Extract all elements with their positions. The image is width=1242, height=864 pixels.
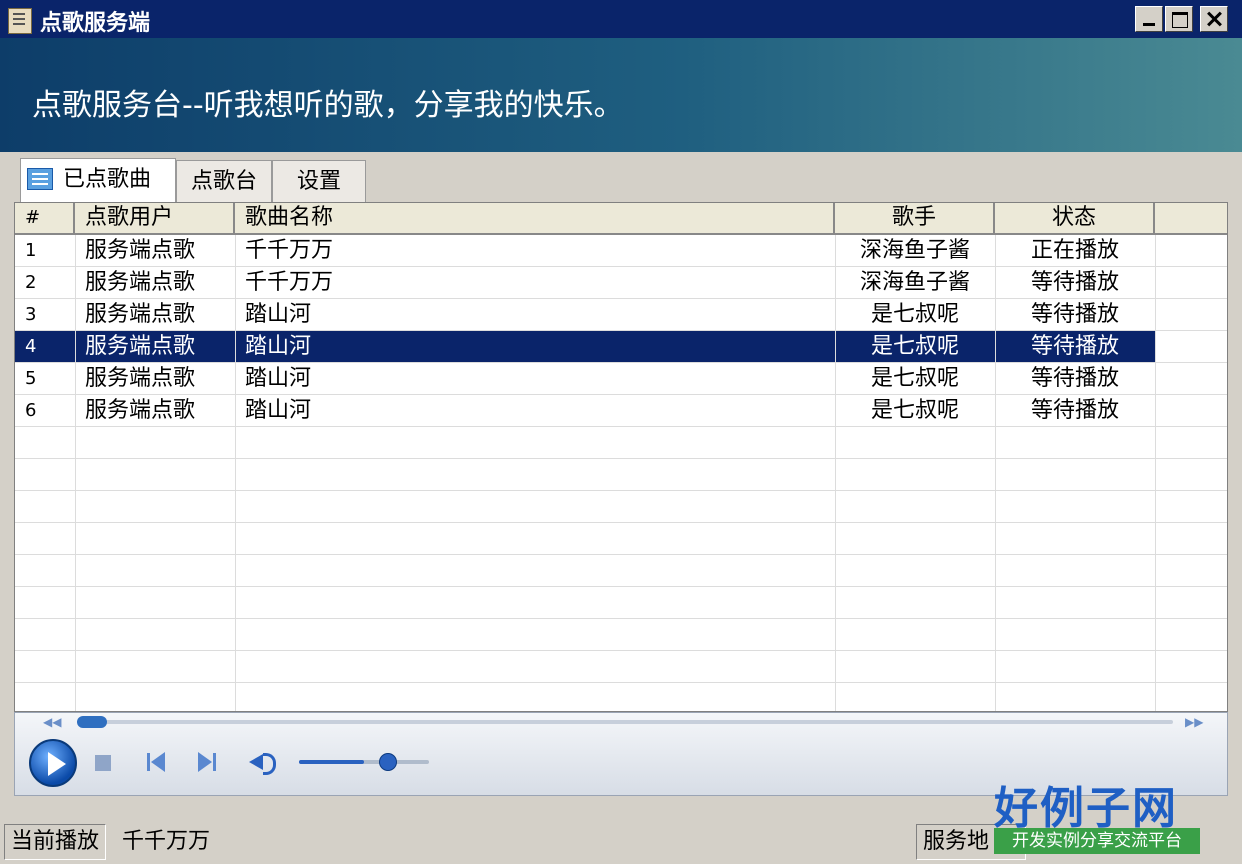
logo-main-text: 好例子网 [994, 783, 1178, 834]
previous-button[interactable] [145, 751, 169, 773]
header-banner: 点歌服务台--听我想听的歌，分享我的快乐。 [0, 38, 1242, 152]
cell-song: 踏山河 [245, 398, 312, 423]
next-button[interactable] [197, 751, 221, 773]
grid-line [835, 235, 836, 711]
banner-text: 点歌服务台--听我想听的歌，分享我的快乐。 [32, 88, 624, 123]
cell-index: 1 [25, 240, 37, 261]
cell-user: 服务端点歌 [85, 366, 196, 391]
column-header-user[interactable]: 点歌用户 [75, 203, 235, 235]
maximize-button[interactable] [1165, 6, 1193, 32]
grid-line [15, 618, 1227, 619]
window-title: 点歌服务端 [40, 11, 151, 36]
cell-user: 服务端点歌 [85, 334, 196, 359]
logo-sub-text: 开发实例分享交流平台 [994, 828, 1200, 854]
column-header-status[interactable]: 状态 [995, 203, 1155, 235]
column-header-filler [1155, 203, 1227, 235]
table-row[interactable]: 1 服务端点歌 千千万万 深海鱼子酱 正在播放 [15, 235, 1155, 267]
cell-song: 踏山河 [245, 334, 312, 359]
cell-song: 千千万万 [245, 238, 334, 263]
cell-status: 等待播放 [1030, 398, 1119, 423]
cell-user: 服务端点歌 [85, 398, 196, 423]
grid-line [15, 554, 1227, 555]
cell-status: 等待播放 [1030, 366, 1119, 391]
rewind-icon[interactable]: ◀◀ [43, 715, 61, 729]
cell-status: 等待播放 [1030, 270, 1119, 295]
grid-line [235, 235, 236, 711]
cell-index: 6 [25, 400, 37, 421]
tab-settings[interactable]: 设置 [272, 160, 366, 202]
cell-index: 3 [25, 304, 37, 325]
seek-thumb[interactable] [77, 716, 107, 728]
tab-label: 点歌台 [190, 169, 257, 194]
cell-status: 等待播放 [1030, 302, 1119, 327]
cell-artist: 是七叔呢 [870, 366, 959, 391]
song-list[interactable]: # 点歌用户 歌曲名称 歌手 状态 1 服务端点歌 千千万万 深海鱼子酱 正在播放 2 服务… [14, 202, 1228, 712]
cell-index: 5 [25, 368, 37, 389]
cell-song: 踏山河 [245, 366, 312, 391]
cell-user: 服务端点歌 [85, 302, 196, 327]
now-playing-label: 当前播放 [4, 824, 107, 860]
tab-label: 已点歌曲 [63, 167, 152, 192]
cell-index: 2 [25, 272, 37, 293]
grid-line [15, 266, 1227, 267]
grid-line [15, 426, 1227, 427]
cell-status: 等待播放 [1030, 334, 1119, 359]
column-header-song[interactable]: 歌曲名称 [235, 203, 835, 235]
grid-line [15, 330, 1227, 331]
grid-line [15, 650, 1227, 651]
cell-status: 正在播放 [1030, 238, 1119, 263]
grid-line [15, 394, 1227, 395]
play-button[interactable] [29, 739, 77, 787]
tab-label: 设置 [296, 169, 341, 194]
grid-line [15, 522, 1227, 523]
title-bar[interactable]: 点歌服务端 [0, 0, 1242, 38]
cell-user: 服务端点歌 [85, 238, 196, 263]
list-icon [27, 168, 53, 190]
cell-user: 服务端点歌 [85, 270, 196, 295]
grid-line [15, 682, 1227, 683]
cell-artist: 深海鱼子酱 [859, 238, 970, 263]
cell-index: 4 [25, 336, 37, 357]
now-playing-value: 千千万万 [122, 829, 211, 854]
app-icon[interactable] [8, 8, 32, 34]
table-row[interactable]: 5 服务端点歌 踏山河 是七叔呢 等待播放 [15, 363, 1155, 395]
grid-line [1155, 235, 1156, 711]
grid-line [995, 235, 996, 711]
grid-line [15, 458, 1227, 459]
table-row[interactable]: 4 服务端点歌 踏山河 是七叔呢 等待播放 [15, 331, 1155, 363]
grid-line [15, 586, 1227, 587]
cell-song: 踏山河 [245, 302, 312, 327]
close-button[interactable] [1200, 6, 1228, 32]
grid-line [15, 490, 1227, 491]
volume-thumb[interactable] [379, 753, 397, 771]
watermark-logo: 好例子网 开发实例分享交流平台 [994, 772, 1200, 858]
cell-artist: 是七叔呢 [870, 398, 959, 423]
tab-song-request[interactable]: 点歌台 [176, 160, 272, 202]
cell-song: 千千万万 [245, 270, 334, 295]
volume-icon[interactable] [249, 749, 279, 775]
table-row[interactable]: 6 服务端点歌 踏山河 是七叔呢 等待播放 [15, 395, 1155, 427]
cell-artist: 深海鱼子酱 [859, 270, 970, 295]
stop-button[interactable] [95, 755, 111, 771]
seek-bar[interactable] [79, 720, 1173, 724]
cell-artist: 是七叔呢 [870, 302, 959, 327]
minimize-button[interactable] [1135, 6, 1163, 32]
cell-artist: 是七叔呢 [870, 334, 959, 359]
fast-forward-icon[interactable]: ▶▶ [1185, 715, 1203, 729]
table-row[interactable]: 3 服务端点歌 踏山河 是七叔呢 等待播放 [15, 299, 1155, 331]
tab-requested-songs[interactable]: 已点歌曲 [20, 158, 176, 202]
column-header-index[interactable]: # [15, 203, 75, 235]
grid-line [15, 298, 1227, 299]
column-header-artist[interactable]: 歌手 [835, 203, 995, 235]
grid-line [75, 235, 76, 711]
grid-line [15, 362, 1227, 363]
table-row[interactable]: 2 服务端点歌 千千万万 深海鱼子酱 等待播放 [15, 267, 1155, 299]
volume-fill [299, 760, 364, 764]
